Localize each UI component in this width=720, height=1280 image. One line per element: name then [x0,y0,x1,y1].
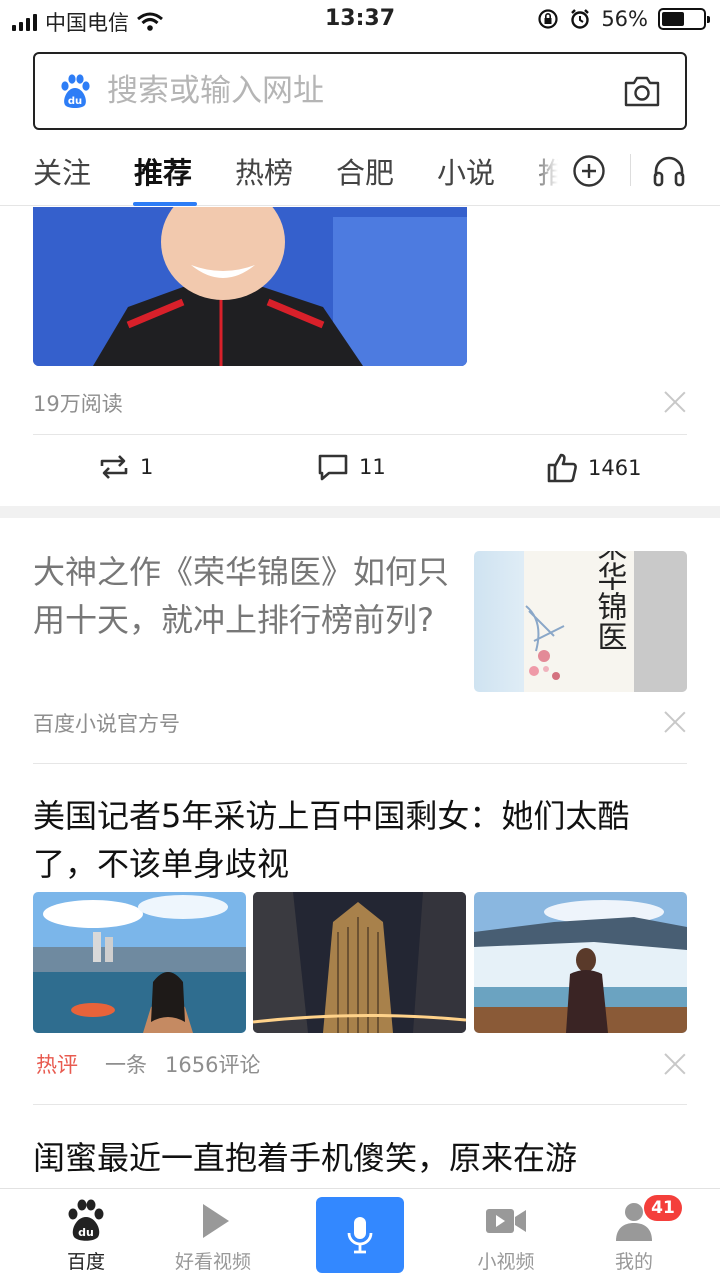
nav-label: 我的 [614,1251,653,1273]
comment-count: 11 [359,455,386,479]
nav-label: 好看视频 [174,1251,251,1273]
rotation-lock-icon [538,9,558,29]
tab-hefei[interactable]: 合肥 [336,150,394,192]
nav-short-video[interactable]: 小视频 [446,1199,566,1274]
microphone-icon [347,1217,373,1254]
notification-badge: 41 [644,1195,682,1221]
news-title[interactable]: 大神之作《荣华锦医》如何只用十天，就冲上排行榜前列? [33,548,453,644]
status-bar: 中国电信 13:37 56% [0,0,720,40]
tab-follow[interactable]: 关注 [33,150,91,192]
svg-text:du: du [78,1226,94,1239]
play-icon [203,1204,229,1238]
book-cover-image: 荣华锦医 [524,551,687,692]
book-cover-title: 荣华锦医 [592,551,628,651]
news-source: 一条 [105,1053,147,1077]
status-right: 56% [537,7,710,31]
comment-total: 1656评论 [165,1053,261,1077]
comment-icon [318,454,348,481]
video-camera-icon [486,1209,526,1233]
battery-icon [658,8,710,30]
book-cover-thumbnail[interactable]: 荣华锦医 [474,551,687,692]
hot-comment-tag: 热评 [36,1053,78,1077]
divider [33,763,687,764]
tab-novel[interactable]: 小说 [437,150,495,192]
news-thumbnail-building[interactable] [253,892,466,1033]
svg-text:du: du [68,96,82,107]
nav-home[interactable]: du 百度 [26,1199,146,1274]
nav-label: 小视频 [477,1251,535,1273]
active-tab-indicator [133,202,197,206]
search-input[interactable] [107,68,587,114]
nav-label: 百度 [66,1251,105,1273]
tab-fade [530,140,570,202]
harbor-photo [33,892,246,1033]
section-gap [0,506,720,518]
repost-count: 1 [140,455,154,479]
person-photo [33,207,467,366]
news-thumbnail-harbor[interactable] [33,892,246,1033]
battery-percent: 56% [601,7,648,31]
news-title[interactable]: 美国记者5年采访上百中国剩女：她们太酷了，不该单身歧视 [33,792,693,888]
camera-icon[interactable] [623,74,661,108]
read-count: 19万阅读 [33,392,123,416]
building-photo [253,892,466,1033]
tab-separator [630,154,631,186]
repost-button[interactable]: 1 [98,452,153,482]
news-title[interactable]: 闺蜜最近一直抱着手机傻笑，原来在游 [33,1134,693,1182]
alarm-icon [571,9,590,29]
close-icon[interactable] [664,390,686,412]
search-box[interactable]: du [33,52,687,130]
divider [33,434,687,435]
tab-hot-list[interactable]: 热榜 [235,150,293,192]
nav-haokan-video[interactable]: 好看视频 [153,1199,273,1274]
like-button[interactable]: 1461 [546,452,641,484]
thumbs-up-icon [547,453,577,483]
repost-icon [100,455,128,479]
voice-search-button[interactable] [316,1197,404,1273]
baidu-paw-icon: du [68,1199,104,1241]
tab-recommend[interactable]: 推荐 [134,150,192,192]
news-thumbnail-glacier[interactable] [474,892,687,1033]
like-count: 1461 [588,456,642,480]
bottom-navigation: du 百度 好看视频 小视频 我的 41 [0,1188,720,1280]
glacier-photo [474,892,687,1033]
close-icon[interactable] [664,710,686,732]
add-channel-icon[interactable] [572,154,606,188]
channel-tabs: 关注 推荐 热榜 合肥 小说 推 [0,140,720,206]
baidu-logo-icon: du [61,74,90,108]
news-image-person[interactable] [33,207,467,366]
divider [33,1104,687,1105]
news-source: 百度小说官方号 [33,712,180,736]
comment-button[interactable]: 11 [317,452,386,482]
headphone-icon[interactable] [652,154,686,188]
close-icon[interactable] [664,1052,686,1074]
